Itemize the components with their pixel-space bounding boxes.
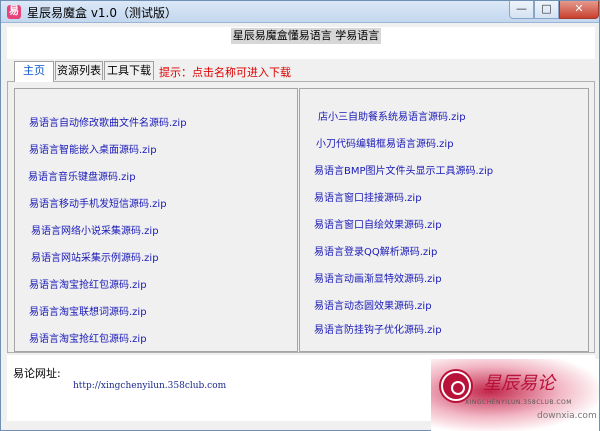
forum-url-label: 易论网址: bbox=[13, 367, 61, 380]
left-link-panel: 易语言自动修改歌曲文件名源码.zip 易语言智能嵌入桌面源码.zip 易语言音乐… bbox=[14, 88, 298, 352]
app-window: 易 星辰易魔盒 v1.0（测试版） — □ ✕ 星辰易魔盒懂易语言 学易语言 主… bbox=[0, 0, 600, 431]
tab-tool-download[interactable]: 工具下载 bbox=[104, 61, 154, 80]
watermark-text: downxia.com bbox=[537, 411, 597, 421]
download-link[interactable]: 易语言动态圆效果源码.zip bbox=[314, 297, 432, 312]
tab-resource-list[interactable]: 资源列表 bbox=[55, 61, 103, 80]
maximize-button[interactable]: □ bbox=[534, 1, 559, 19]
download-link[interactable]: 易语言防挂钩子优化源码.zip bbox=[314, 321, 442, 336]
download-link[interactable]: 易语言淘宝抢红包源码.zip bbox=[29, 330, 147, 345]
brand-logo: 星辰易论 XINGCHENYILUN.358CLUB.COM downxia.c… bbox=[431, 359, 599, 431]
right-link-panel: 店小三自助餐系统易语言源码.zip 小刀代码编辑框易语言源码.zip 易语言BM… bbox=[299, 88, 589, 352]
tab-strip: 主页 资源列表 工具下载 提示：点击名称可进入下载 bbox=[7, 61, 595, 82]
close-button[interactable]: ✕ bbox=[559, 1, 599, 19]
headline-text: 星辰易魔盒懂易语言 学易语言 bbox=[231, 28, 381, 44]
brand-logo-title: 星辰易论 bbox=[483, 373, 555, 394]
home-tab-content: 易语言自动修改歌曲文件名源码.zip 易语言智能嵌入桌面源码.zip 易语言音乐… bbox=[7, 81, 595, 353]
download-hint: 提示：点击名称可进入下载 bbox=[159, 66, 291, 79]
minimize-button[interactable]: — bbox=[509, 1, 534, 19]
download-link[interactable]: 易语言登录QQ解析源码.zip bbox=[314, 243, 437, 258]
app-logo-icon: 易 bbox=[7, 5, 21, 19]
title-bar[interactable]: 易 星辰易魔盒 v1.0（测试版） — □ ✕ bbox=[1, 1, 599, 23]
forum-url-link[interactable]: http://xingchenyilun.358club.com bbox=[73, 381, 226, 391]
download-link[interactable]: 易语言淘宝抢红包源码.zip bbox=[29, 276, 147, 291]
download-link[interactable]: 易语言自动修改歌曲文件名源码.zip bbox=[29, 114, 187, 129]
download-link[interactable]: 店小三自助餐系统易语言源码.zip bbox=[318, 108, 466, 123]
headline-bar: 星辰易魔盒懂易语言 学易语言 bbox=[7, 27, 595, 59]
download-link[interactable]: 易语言BMP图片文件头显示工具源码.zip bbox=[314, 162, 493, 177]
download-link[interactable]: 易语言网络小说采集源码.zip bbox=[31, 222, 159, 237]
brand-emblem-icon bbox=[441, 371, 471, 401]
download-link[interactable]: 易语言窗口挂接源码.zip bbox=[314, 189, 422, 204]
download-link[interactable]: 小刀代码编辑框易语言源码.zip bbox=[316, 135, 454, 150]
brand-logo-subtitle: XINGCHENYILUN.358CLUB.COM bbox=[465, 399, 572, 406]
download-link[interactable]: 易语言音乐键盘源码.zip bbox=[28, 168, 136, 183]
download-link[interactable]: 易语言网站采集示例源码.zip bbox=[31, 249, 159, 264]
download-link[interactable]: 易语言淘宝联想词源码.zip bbox=[29, 303, 147, 318]
window-title: 星辰易魔盒 v1.0（测试版） bbox=[27, 6, 178, 20]
download-link[interactable]: 易语言动画渐显特效源码.zip bbox=[314, 270, 442, 285]
download-link[interactable]: 易语言移动手机发短信源码.zip bbox=[29, 195, 167, 210]
download-link[interactable]: 易语言窗口自绘效果源码.zip bbox=[314, 216, 442, 231]
download-link[interactable]: 易语言智能嵌入桌面源码.zip bbox=[29, 141, 157, 156]
tab-home[interactable]: 主页 bbox=[14, 61, 54, 82]
